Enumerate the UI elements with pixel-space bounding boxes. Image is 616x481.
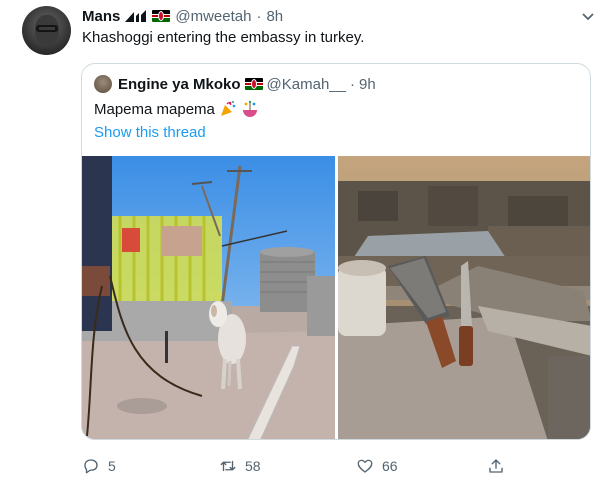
kenya-flag-icon — [152, 10, 171, 22]
signal-bars-icon — [125, 10, 147, 22]
tweet-text: Khashoggi entering the embassy in turkey… — [82, 29, 365, 46]
tweet-header: Mans @mweetah · 8h — [82, 6, 283, 26]
reply-action[interactable]: 5 — [82, 455, 116, 477]
quoted-tweet[interactable]: Engine ya Mkoko @Kamah__ · 9h Mapema map… — [81, 63, 591, 440]
quoted-tweet-time[interactable]: 9h — [359, 76, 376, 93]
party-popper-icon — [220, 101, 236, 116]
retweet-count: 58 — [245, 458, 261, 474]
quoted-tweet-header: Engine ya Mkoko @Kamah__ · 9h — [118, 74, 376, 94]
quoted-author-avatar[interactable] — [94, 75, 112, 93]
quoted-tweet-text-row: Mapema mapema — [94, 100, 259, 118]
share-action[interactable] — [487, 455, 505, 477]
author-name[interactable]: Mans — [82, 8, 120, 25]
goat-on-rooftop-photo[interactable] — [82, 156, 335, 439]
retweet-icon — [220, 460, 236, 472]
reply-count: 5 — [108, 458, 116, 474]
show-thread-link[interactable]: Show this thread — [94, 124, 206, 141]
retweet-action[interactable]: 58 — [219, 455, 261, 477]
share-icon — [489, 459, 503, 473]
like-count: 66 — [382, 458, 398, 474]
separator-dot: · — [256, 7, 262, 25]
quoted-tweet-text: Mapema mapema — [94, 100, 215, 118]
kenya-flag-icon — [244, 78, 263, 90]
tweet-time[interactable]: 8h — [266, 8, 283, 25]
author-avatar[interactable] — [22, 6, 71, 55]
quoted-author-name[interactable]: Engine ya Mkoko — [118, 76, 241, 93]
tweet-actions: 5 58 66 — [82, 455, 512, 477]
tweet: Mans @mweetah · 8h Khashoggi entering th… — [0, 0, 616, 481]
knives-on-rooftop-photo[interactable] — [338, 156, 590, 439]
quoted-author-handle[interactable]: @Kamah__ — [267, 76, 346, 93]
reply-icon — [84, 459, 98, 474]
confetti-ball-icon — [242, 100, 257, 117]
like-action[interactable]: 66 — [356, 455, 398, 477]
avatar-glasses — [36, 25, 58, 32]
chevron-down-icon[interactable] — [578, 6, 598, 26]
heart-icon — [357, 459, 373, 473]
author-handle[interactable]: @mweetah — [175, 8, 251, 25]
separator-dot: · — [349, 75, 355, 93]
